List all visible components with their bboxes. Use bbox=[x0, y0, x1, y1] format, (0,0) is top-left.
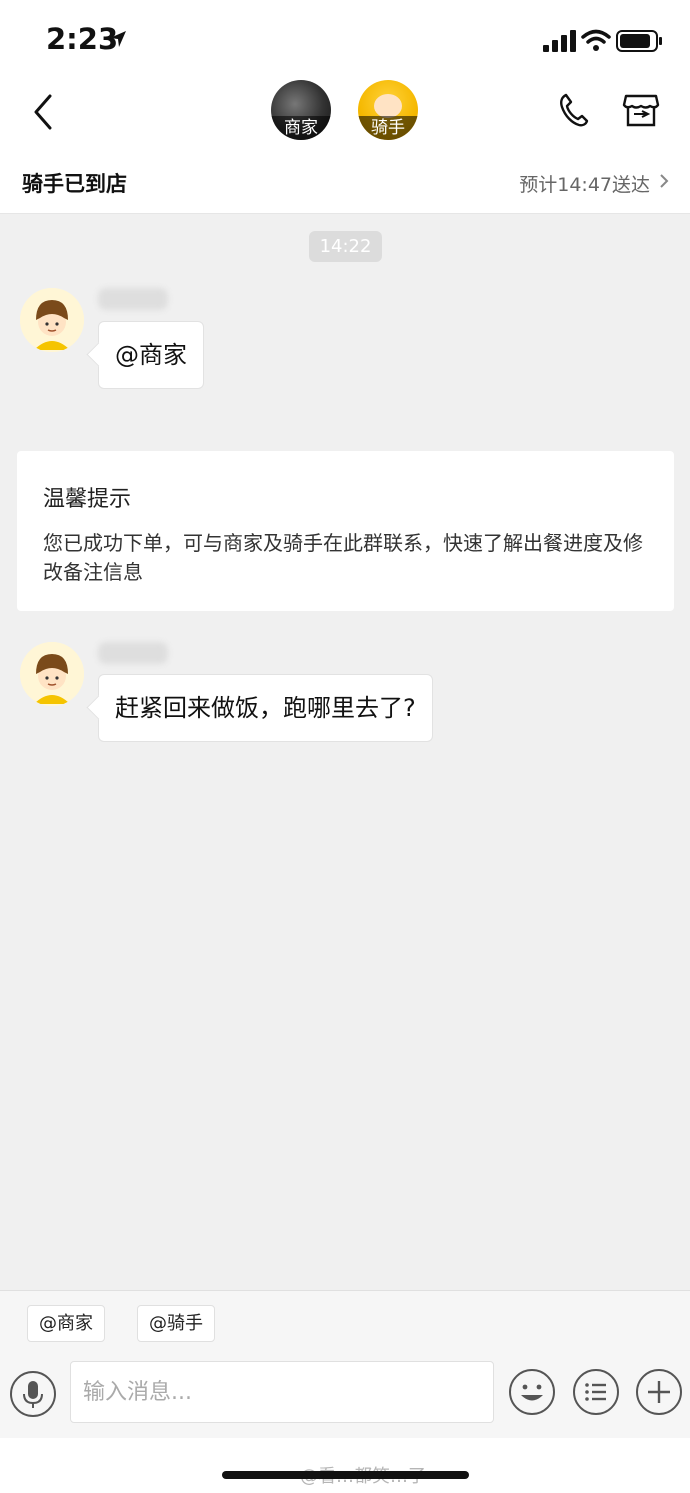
home-indicator-area: @看…都笑…了 bbox=[0, 1438, 690, 1493]
chevron-right-icon bbox=[660, 174, 669, 188]
microphone-icon[interactable] bbox=[9, 1370, 57, 1418]
rider-avatar-icon bbox=[20, 642, 84, 706]
message-input[interactable] bbox=[70, 1361, 494, 1423]
eta-text: 预计14:47送达 bbox=[519, 174, 650, 196]
mention-rider-chip[interactable]: @骑手 bbox=[137, 1305, 215, 1342]
wifi-icon bbox=[581, 29, 611, 51]
tip-title: 温馨提示 bbox=[43, 487, 132, 512]
tip-body: 您已成功下单，可与商家及骑手在此群联系，快速了解出餐进度及修改备注信息 bbox=[43, 531, 643, 584]
emoji-icon[interactable] bbox=[508, 1368, 556, 1416]
status-bar: 2:23 bbox=[0, 0, 690, 80]
sender-name-blurred bbox=[98, 288, 168, 310]
message-bubble[interactable]: @商家 bbox=[98, 321, 204, 389]
mention-merchant-chip[interactable]: @商家 bbox=[27, 1305, 105, 1342]
sender-avatar[interactable] bbox=[20, 288, 84, 352]
quick-mention-bar: @商家 @骑手 bbox=[0, 1290, 690, 1360]
order-status-text: 骑手已到店 bbox=[22, 172, 127, 196]
tip-card: 温馨提示 您已成功下单，可与商家及骑手在此群联系，快速了解出餐进度及修改备注信息 bbox=[17, 451, 674, 611]
sender-name-blurred bbox=[98, 642, 168, 664]
quick-phrases-icon[interactable] bbox=[572, 1368, 620, 1416]
rider-face bbox=[374, 94, 402, 118]
input-bar bbox=[0, 1360, 690, 1438]
timestamp-pill: 14:22 bbox=[309, 231, 382, 262]
chat-area[interactable]: 14:22 @商家 温馨提示 您已成功下单，可与商家及骑手在此群联系，快速了解出… bbox=[0, 214, 690, 1290]
location-arrow-icon bbox=[110, 31, 126, 47]
sender-avatar[interactable] bbox=[20, 642, 84, 706]
rider-avatar-label: 骑手 bbox=[358, 116, 418, 140]
message-bubble[interactable]: 赶紧回来做饭，跑哪里去了? bbox=[98, 674, 433, 742]
rider-avatar[interactable]: 骑手 bbox=[358, 80, 418, 140]
merchant-avatar[interactable]: 商家 bbox=[271, 80, 331, 140]
chat-header: 商家 骑手 bbox=[0, 80, 690, 152]
cellular-signal-icon bbox=[543, 30, 576, 52]
home-indicator[interactable] bbox=[222, 1471, 469, 1479]
rider-avatar-icon bbox=[20, 288, 84, 352]
back-chevron-icon[interactable] bbox=[28, 92, 60, 132]
shop-icon[interactable] bbox=[622, 92, 660, 128]
phone-icon[interactable] bbox=[556, 92, 590, 128]
plus-icon[interactable] bbox=[635, 1368, 683, 1416]
order-status-bar[interactable]: 骑手已到店 预计14:47送达 bbox=[0, 152, 690, 214]
battery-icon bbox=[616, 30, 662, 52]
merchant-avatar-label: 商家 bbox=[271, 116, 331, 140]
